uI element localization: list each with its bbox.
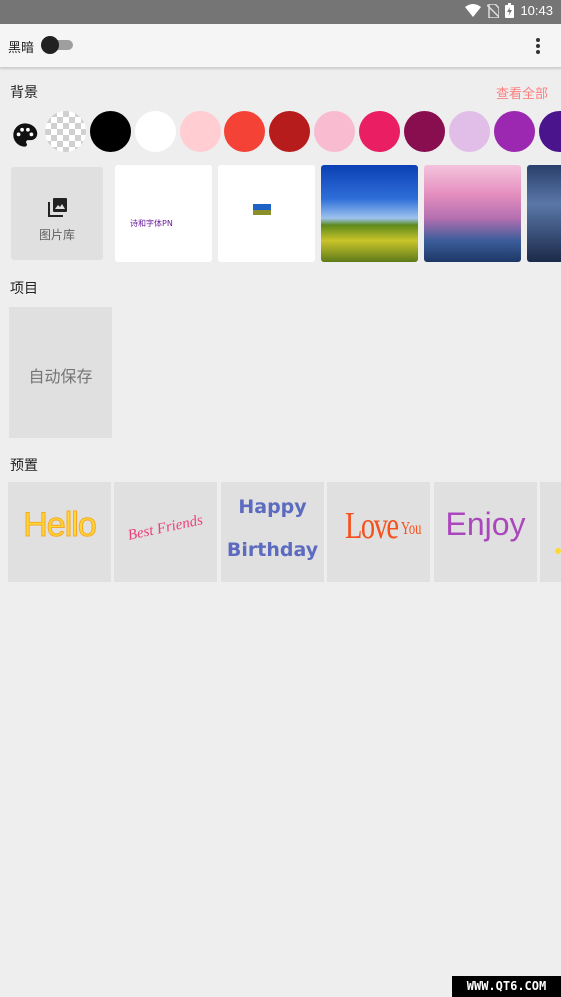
color-swatch-dark-red[interactable] <box>269 111 310 152</box>
switch-thumb <box>41 36 59 54</box>
color-swatch-black[interactable] <box>90 111 131 152</box>
battery-charging-icon <box>505 3 515 18</box>
palette-icon[interactable] <box>11 121 39 149</box>
thumbnail-text: 诗和字体PN <box>130 219 173 228</box>
color-swatch-purple[interactable] <box>494 111 535 152</box>
gallery-button[interactable]: 图片库 <box>11 167 103 260</box>
color-swatch-hot-pink[interactable] <box>359 111 400 152</box>
dark-mode-switch[interactable] <box>41 36 73 54</box>
dark-mode-label: 黑暗 <box>8 41 35 56</box>
projects-title: 项目 <box>10 281 38 297</box>
preset-hello-text: Hello <box>23 506 97 545</box>
preset-you-text: You <box>401 518 422 538</box>
thumbnail-cherry-blossom-photo[interactable] <box>424 165 521 262</box>
presets-title: 预置 <box>10 458 38 474</box>
preset-best-friends-text: Best Friends <box>126 512 205 544</box>
color-swatch-light-pink[interactable] <box>180 111 221 152</box>
preset-happy-text: Happy <box>238 496 307 518</box>
preset-hello[interactable]: Hello <box>8 482 111 582</box>
preset-birthday-text: Birthday <box>226 539 319 561</box>
thumbnail-small-image[interactable] <box>218 165 315 262</box>
color-swatch-pink[interactable] <box>314 111 355 152</box>
thumbnail-rapeseed-photo[interactable] <box>321 165 418 262</box>
more-vert-icon[interactable] <box>528 36 548 56</box>
see-all-link[interactable]: 查看全部 <box>496 83 548 102</box>
preset-love-text: Love <box>345 505 399 547</box>
preset-love-you[interactable]: Love You <box>327 482 430 582</box>
watermark: WWW.QT6.COM <box>452 976 561 997</box>
autosave-project-card[interactable]: 自动保存 <box>9 307 112 438</box>
presets-row: Hello Best Friends Happy Birthday Love Y… <box>0 482 561 583</box>
preset-happy-birthday[interactable]: Happy Birthday <box>221 482 324 582</box>
wifi-icon <box>465 3 482 17</box>
color-swatch-transparent[interactable] <box>45 111 86 152</box>
app-bar: 黑暗 <box>0 24 561 68</box>
no-sim-icon <box>487 3 500 18</box>
color-swatch-maroon[interactable] <box>404 111 445 152</box>
status-bar: 10:43 <box>0 0 561 24</box>
preset-partial[interactable] <box>540 482 561 582</box>
color-row <box>0 111 561 153</box>
color-swatch-white[interactable] <box>135 111 176 152</box>
clock: 10:43 <box>520 3 553 18</box>
preset-enjoy[interactable]: Enjoy <box>434 482 537 582</box>
preset-partial-mark <box>555 548 561 554</box>
gallery-label: 图片库 <box>38 228 75 242</box>
background-images-row: 图片库 诗和字体PN <box>0 165 561 263</box>
preset-best-friends[interactable]: Best Friends <box>114 482 217 582</box>
thumbnail-anime-night-photo[interactable] <box>527 165 561 262</box>
background-title: 背景 <box>10 85 38 101</box>
photo-library-icon <box>48 198 67 217</box>
color-swatch-red[interactable] <box>224 111 265 152</box>
autosave-label: 自动保存 <box>28 367 93 386</box>
color-swatch-deep-purple[interactable] <box>539 111 561 152</box>
preset-enjoy-text: Enjoy <box>445 506 526 542</box>
thumbnail-text-image[interactable]: 诗和字体PN <box>115 165 212 262</box>
color-swatch-lavender[interactable] <box>449 111 490 152</box>
thumbnail-mini-photo <box>253 204 271 215</box>
